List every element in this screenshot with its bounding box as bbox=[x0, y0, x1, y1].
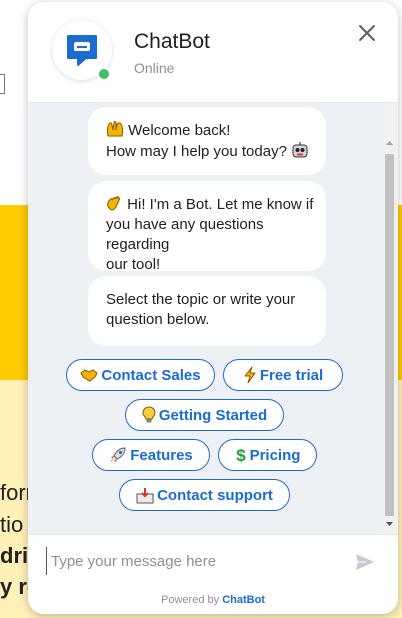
quick-reply-label: Contact support bbox=[157, 486, 273, 504]
quick-reply-getting-started[interactable]: Getting Started bbox=[125, 399, 284, 431]
powered-by-label: Powered by bbox=[161, 594, 220, 606]
message-bubble: Welcome back! How may I help you today? bbox=[88, 107, 326, 175]
dollar-icon: $ bbox=[236, 446, 246, 464]
message-line: Hi! I'm a Bot. Let me know if bbox=[127, 196, 314, 213]
lightbulb-icon bbox=[142, 406, 156, 423]
scroll-down-icon[interactable] bbox=[385, 519, 394, 529]
background-text-line: tio bbox=[0, 512, 24, 537]
background-page-edge bbox=[0, 74, 5, 94]
message-bubble: Select the topic or write your question … bbox=[88, 276, 326, 346]
message-line: question below. bbox=[106, 311, 210, 328]
online-indicator bbox=[97, 67, 111, 81]
message-input[interactable] bbox=[46, 547, 353, 575]
powered-by-brand-link[interactable]: ChatBot bbox=[222, 594, 265, 606]
message-line: Welcome back! bbox=[128, 122, 231, 139]
message-line: our tool! bbox=[106, 256, 161, 273]
scroll-up-icon[interactable] bbox=[385, 138, 394, 148]
message-line: Select the topic or write your bbox=[106, 291, 296, 308]
quick-reply-label: Getting Started bbox=[158, 406, 268, 424]
robot-face-icon bbox=[292, 142, 308, 158]
scrollbar-thumb[interactable] bbox=[385, 154, 394, 516]
bot-name: ChatBot bbox=[134, 30, 210, 53]
lightning-icon bbox=[244, 366, 256, 384]
quick-reply-label: Features bbox=[130, 446, 193, 464]
quick-reply-free-trial[interactable]: Free trial bbox=[223, 359, 343, 391]
quick-reply-label: Free trial bbox=[259, 366, 324, 384]
chat-widget: ChatBot Online Welcome back! How may I h… bbox=[28, 2, 398, 614]
chat-header: ChatBot Online bbox=[28, 2, 398, 103]
message-bubble: Hi! I'm a Bot. Let me know if you have a… bbox=[88, 181, 326, 273]
send-icon[interactable] bbox=[354, 551, 376, 573]
chatbot-logo-icon bbox=[67, 35, 97, 66]
quick-reply-features[interactable]: Features bbox=[92, 439, 210, 471]
quick-reply-contact-support[interactable]: Contact support bbox=[119, 479, 290, 511]
message-list: Welcome back! How may I help you today? … bbox=[28, 103, 398, 534]
bot-status: Online bbox=[134, 60, 175, 76]
message-line: How may I help you today? bbox=[106, 143, 287, 160]
handshake-icon bbox=[80, 369, 99, 382]
message-composer bbox=[28, 534, 398, 587]
powered-by-footer: Powered by ChatBot bbox=[28, 587, 398, 614]
rocket-icon bbox=[110, 447, 126, 463]
raised-hands-icon bbox=[106, 121, 124, 137]
svg-text:$: $ bbox=[236, 446, 246, 464]
message-line: you have any questions regarding bbox=[106, 216, 264, 253]
quick-reply-label: Pricing bbox=[249, 446, 301, 464]
quick-reply-contact-sales[interactable]: Contact Sales bbox=[66, 359, 215, 391]
waving-hand-icon bbox=[107, 196, 121, 211]
quick-reply-label: Contact Sales bbox=[101, 366, 201, 384]
inbox-tray-icon bbox=[136, 487, 154, 503]
quick-reply-pricing[interactable]: $ Pricing bbox=[218, 439, 317, 471]
close-icon[interactable] bbox=[356, 22, 378, 44]
